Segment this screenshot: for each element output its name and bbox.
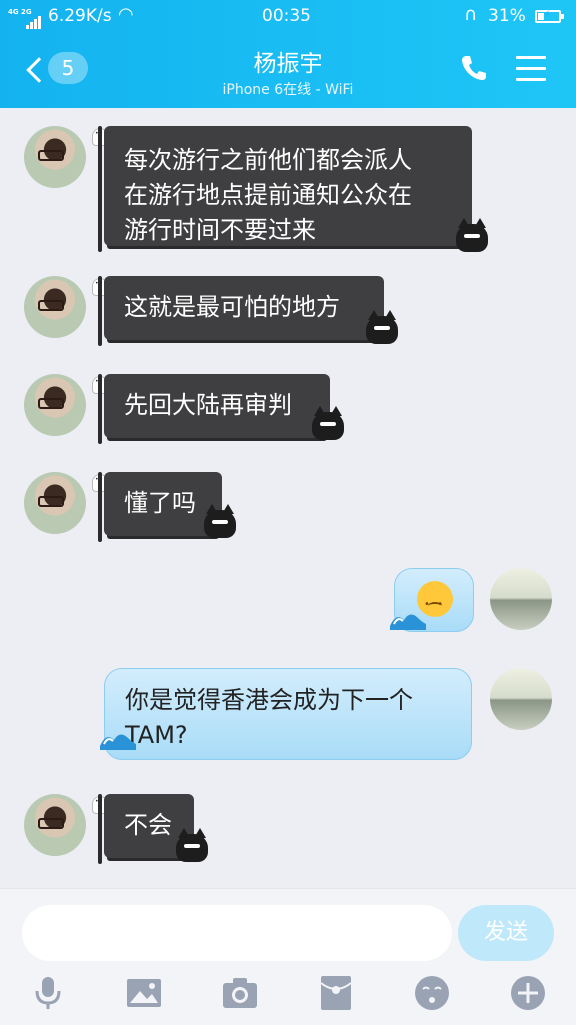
message-text: 你是觉得香港会成为下一个 [125, 686, 413, 714]
contact-avatar[interactable] [24, 126, 86, 188]
signal-icon [26, 9, 42, 29]
contact-avatar[interactable] [24, 794, 86, 856]
clock: 00:35 [262, 6, 311, 26]
message-bubble[interactable]: 每次游行之前他们都会派人 在游行地点提前通知公众在 游行时间不要过来 [98, 126, 472, 252]
microphone-icon [35, 977, 61, 1009]
bubble-cat-icon [456, 218, 488, 252]
contact-avatar[interactable] [24, 472, 86, 534]
my-avatar[interactable] [490, 668, 552, 730]
battery-percent: 31% [488, 6, 526, 26]
emoji-button[interactable] [412, 973, 452, 1013]
bubble-cat-icon [204, 504, 236, 538]
bubble-wave-icon [100, 734, 136, 750]
status-bar: 4G 2G 6.29K/s ◠ 00:35 ∩ 31% ⚡ [0, 4, 576, 29]
message-text: 游行时间不要过来 [124, 216, 316, 244]
my-avatar[interactable] [490, 568, 552, 630]
red-envelope-button[interactable] [316, 973, 356, 1013]
menu-icon [516, 56, 546, 81]
voice-button[interactable] [28, 973, 68, 1013]
phone-call-button[interactable] [458, 52, 490, 84]
headphones-icon: ∩ [464, 4, 478, 25]
more-button[interactable] [508, 973, 548, 1013]
message-bubble[interactable]: 这就是最可怕的地方 [98, 276, 384, 346]
wifi-icon: ◠ [118, 4, 134, 25]
network-speed: 6.29K/s [48, 6, 112, 26]
contact-avatar[interactable] [24, 374, 86, 436]
phone-icon [462, 56, 486, 80]
message-bubble[interactable]: 先回大陆再审判 [98, 374, 330, 444]
image-button[interactable] [124, 973, 164, 1013]
toolbar [0, 973, 576, 1019]
chat-header: 4G 2G 6.29K/s ◠ 00:35 ∩ 31% ⚡ 5 杨振宇 iPho… [0, 0, 576, 108]
message-text: 先回大陆再审判 [124, 391, 292, 419]
bubble-wave-icon [390, 614, 426, 630]
emoji-icon [415, 976, 449, 1010]
battery-icon: ⚡ [535, 8, 564, 23]
message-text: TAM? [125, 721, 188, 749]
message-text: 每次游行之前他们都会派人 [124, 146, 412, 174]
send-button[interactable]: 发送 [458, 905, 554, 961]
camera-button[interactable] [220, 973, 260, 1013]
menu-button[interactable] [516, 56, 546, 82]
message-text: 懂了吗 [124, 489, 196, 517]
message-input[interactable] [22, 905, 452, 961]
bubble-cat-icon [366, 310, 398, 344]
red-envelope-icon [320, 976, 352, 1010]
plus-icon [511, 976, 545, 1010]
contact-avatar[interactable] [24, 276, 86, 338]
message-text: 这就是最可怕的地方 [124, 293, 340, 321]
bubble-cat-icon [312, 406, 344, 440]
message-text: 在游行地点提前通知公众在 [124, 181, 412, 209]
image-icon [127, 979, 161, 1007]
chat-area[interactable]: 每次游行之前他们都会派人 在游行地点提前通知公众在 游行时间不要过来 这就是最可… [0, 108, 576, 888]
bubble-cat-icon [176, 828, 208, 862]
input-bar: 发送 [0, 888, 576, 1025]
camera-icon [223, 978, 257, 1008]
message-text: 不会 [124, 811, 172, 839]
message-bubble[interactable]: 你是觉得香港会成为下一个 TAM? [104, 668, 472, 760]
